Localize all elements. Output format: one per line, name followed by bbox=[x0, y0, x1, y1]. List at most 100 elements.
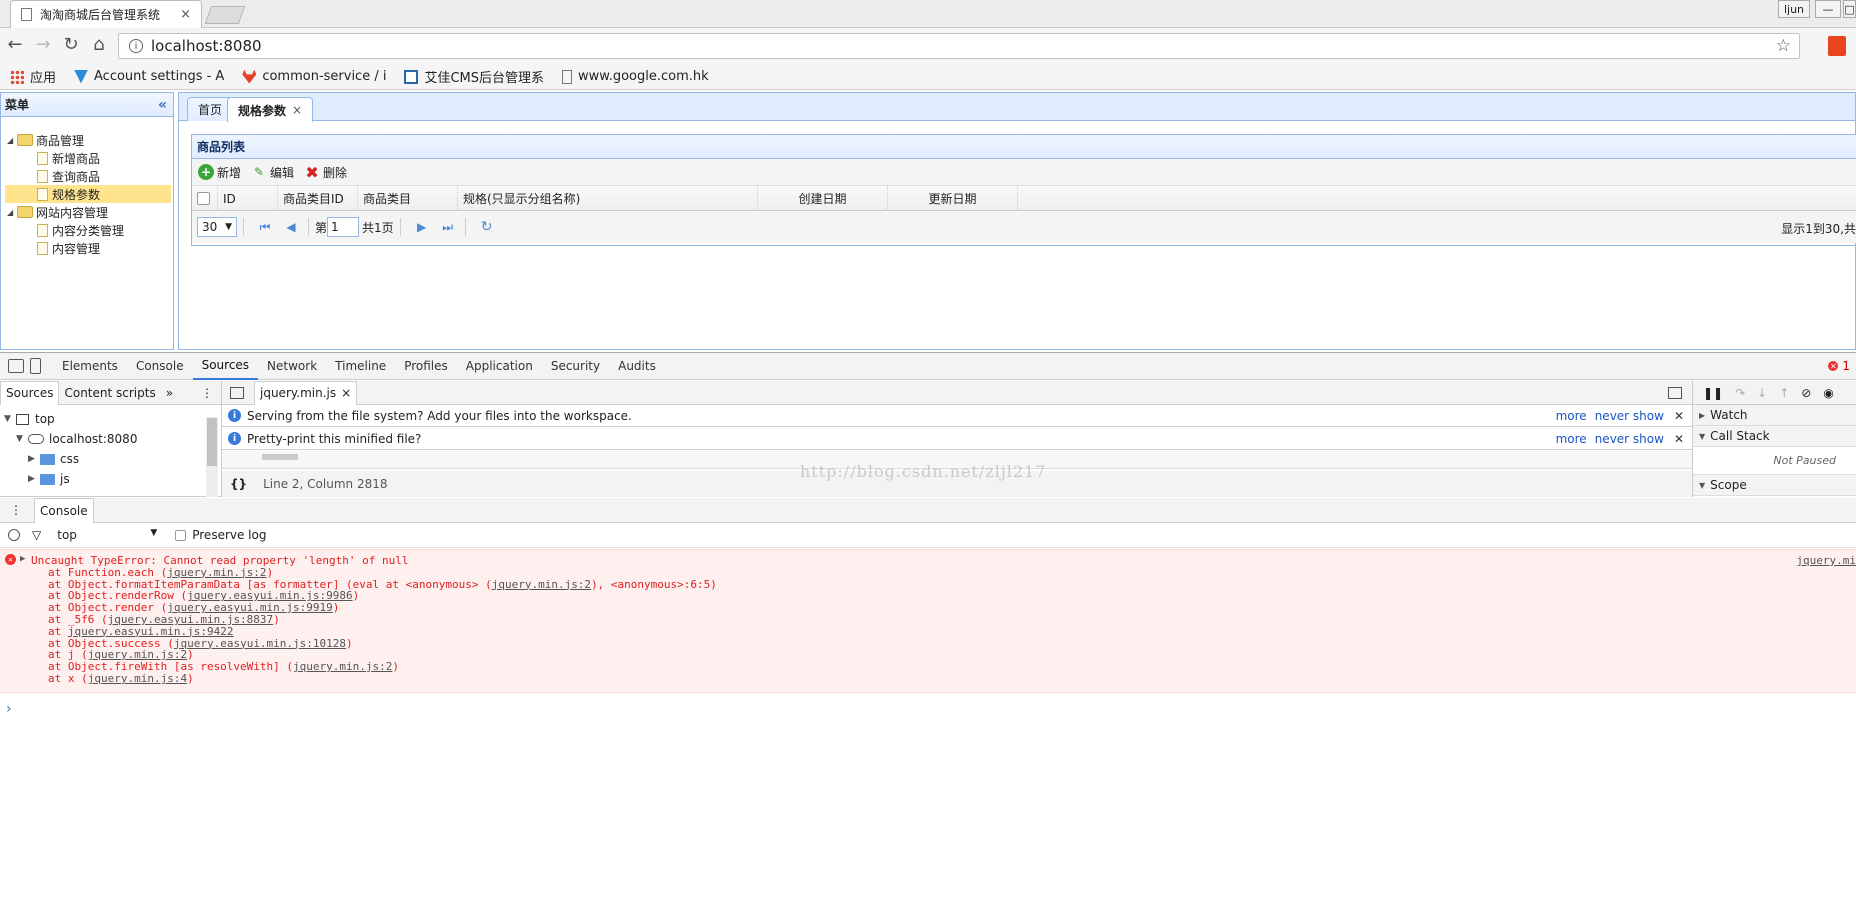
more-link[interactable]: more bbox=[1556, 432, 1587, 446]
tree-item-query-goods[interactable]: 查询商品 bbox=[37, 167, 100, 185]
tab-spec-params[interactable]: 规格参数 × bbox=[227, 97, 314, 122]
office-extension-icon[interactable] bbox=[1828, 36, 1846, 56]
column-header-id[interactable]: ID bbox=[218, 186, 278, 211]
page-number-input[interactable]: 1 bbox=[327, 217, 360, 237]
tab-timeline[interactable]: Timeline bbox=[326, 353, 395, 380]
tree-item-js[interactable]: ▶ js bbox=[28, 469, 70, 489]
toggle-navigator-icon[interactable] bbox=[230, 386, 244, 399]
step-over-icon[interactable]: ↷ bbox=[1735, 386, 1745, 400]
preserve-log-checkbox[interactable] bbox=[175, 529, 187, 541]
back-icon[interactable]: ← bbox=[4, 34, 26, 55]
tab-network[interactable]: Network bbox=[258, 353, 326, 380]
column-header-spec[interactable]: 规格(只显示分组名称) bbox=[458, 186, 758, 211]
never-show-link[interactable]: never show bbox=[1595, 432, 1664, 446]
editor-tab-jquery[interactable]: jquery.min.js × bbox=[254, 380, 358, 405]
browser-tab[interactable]: 淘淘商城后台管理系统 × bbox=[10, 0, 202, 28]
error-source-link[interactable]: jquery.mi bbox=[1796, 554, 1856, 567]
navigator-scrollbar[interactable] bbox=[206, 417, 218, 497]
expand-icon[interactable]: ▶ bbox=[28, 474, 40, 484]
bookmark-common-service[interactable]: common-service / i bbox=[242, 69, 386, 84]
next-page-icon[interactable]: ▶ bbox=[411, 220, 433, 234]
step-out-icon[interactable]: ↑ bbox=[1779, 386, 1789, 400]
device-toolbar-icon[interactable] bbox=[30, 358, 41, 374]
minimize-button[interactable]: — bbox=[1815, 0, 1841, 18]
edit-button[interactable]: ✎ 编辑 bbox=[251, 164, 294, 181]
column-header-created[interactable]: 创建日期 bbox=[758, 186, 888, 211]
pause-icon[interactable]: ❚❚ bbox=[1703, 386, 1723, 400]
toggle-debugger-icon[interactable] bbox=[1668, 386, 1682, 399]
source-link[interactable]: jquery.min.js:4 bbox=[88, 672, 187, 685]
collapse-icon[interactable]: « bbox=[158, 97, 167, 113]
close-icon[interactable]: × bbox=[341, 386, 351, 400]
new-tab-button[interactable] bbox=[204, 6, 246, 24]
deactivate-breakpoints-icon[interactable]: ⊘ bbox=[1801, 386, 1811, 400]
close-icon[interactable]: ✕ bbox=[1674, 432, 1684, 446]
context-select[interactable]: top ▼ bbox=[57, 528, 157, 542]
expand-icon[interactable]: ◢ bbox=[7, 208, 17, 217]
tab-elements[interactable]: Elements bbox=[53, 353, 127, 380]
console-prompt[interactable]: › bbox=[6, 701, 12, 717]
tree-item-spec-params[interactable]: 规格参数 bbox=[5, 185, 171, 203]
scope-section[interactable]: ▼ Scope bbox=[1693, 475, 1856, 496]
source-link[interactable]: jquery.min.js:2 bbox=[293, 660, 392, 673]
tab-audits[interactable]: Audits bbox=[609, 353, 665, 380]
delete-button[interactable]: ✖ 删除 bbox=[304, 163, 347, 182]
drawer-tab-console[interactable]: Console bbox=[34, 497, 94, 523]
last-page-icon[interactable]: ⏭ bbox=[437, 220, 459, 235]
inspect-element-icon[interactable] bbox=[8, 359, 24, 373]
address-bar[interactable]: i localhost:8080 ☆ bbox=[118, 33, 1800, 59]
expand-icon[interactable]: ▼ bbox=[4, 414, 16, 424]
horizontal-scrollbar-thumb[interactable] bbox=[262, 454, 298, 460]
user-profile-button[interactable]: ljun bbox=[1778, 0, 1810, 18]
tab-content-scripts[interactable]: Content scripts bbox=[59, 381, 160, 405]
never-show-link[interactable]: never show bbox=[1595, 409, 1664, 423]
reload-icon[interactable]: ↻ bbox=[60, 34, 82, 55]
tree-item-content-manage[interactable]: 内容管理 bbox=[37, 239, 100, 257]
page-size-select[interactable]: 30 ▼ bbox=[197, 217, 237, 237]
star-icon[interactable]: ☆ bbox=[1776, 36, 1791, 56]
more-tabs-icon[interactable]: » bbox=[161, 381, 178, 405]
tree-item-content-category[interactable]: 内容分类管理 bbox=[37, 221, 124, 239]
close-icon[interactable]: × bbox=[292, 103, 302, 117]
add-button[interactable]: + 新增 bbox=[198, 164, 241, 181]
close-icon[interactable]: × bbox=[180, 7, 191, 22]
tab-sources-nav[interactable]: Sources bbox=[0, 380, 60, 405]
tab-security[interactable]: Security bbox=[542, 353, 609, 380]
tree-item-localhost[interactable]: ▼ localhost:8080 bbox=[16, 429, 137, 449]
tab-application[interactable]: Application bbox=[457, 353, 542, 380]
pause-on-exceptions-icon[interactable]: ◉ bbox=[1823, 386, 1833, 400]
expand-icon[interactable]: ▶ bbox=[20, 554, 25, 564]
tree-item-goods[interactable]: ◢ 商品管理 bbox=[7, 131, 173, 149]
tab-console[interactable]: Console bbox=[127, 353, 193, 380]
info-icon[interactable]: i bbox=[129, 39, 143, 53]
filter-icon[interactable]: ▽ bbox=[32, 528, 41, 542]
tree-item-css[interactable]: ▶ css bbox=[28, 449, 79, 469]
bookmark-apps[interactable]: 应用 bbox=[10, 67, 56, 86]
first-page-icon[interactable]: ⏮ bbox=[254, 220, 276, 235]
watch-section[interactable]: ▶ Watch bbox=[1693, 405, 1856, 426]
expand-icon[interactable]: ▼ bbox=[16, 434, 28, 444]
refresh-icon[interactable]: ↻ bbox=[476, 219, 498, 235]
column-header-updated[interactable]: 更新日期 bbox=[888, 186, 1018, 211]
tab-profiles[interactable]: Profiles bbox=[395, 353, 457, 380]
source-link[interactable]: jquery.easyui.min.js:10128 bbox=[174, 637, 346, 650]
forward-icon[interactable]: → bbox=[32, 34, 54, 55]
more-options-icon[interactable]: ⋮ bbox=[201, 386, 213, 400]
prev-page-icon[interactable]: ◀ bbox=[280, 220, 302, 234]
column-header-category[interactable]: 商品类目 bbox=[358, 186, 458, 211]
step-into-icon[interactable]: ↓ bbox=[1757, 386, 1767, 400]
column-header-category-id[interactable]: 商品类目ID bbox=[278, 186, 358, 211]
error-count-badge[interactable]: ✕ 1 bbox=[1828, 359, 1850, 373]
tab-sources[interactable]: Sources bbox=[192, 353, 259, 380]
source-link[interactable]: jquery.min.js:2 bbox=[492, 578, 591, 591]
tree-item-add-goods[interactable]: 新增商品 bbox=[37, 149, 100, 167]
tree-item-site-content[interactable]: ◢ 网站内容管理 bbox=[7, 203, 108, 221]
clear-console-icon[interactable] bbox=[8, 529, 20, 541]
select-all-checkbox[interactable] bbox=[197, 192, 210, 205]
more-link[interactable]: more bbox=[1556, 409, 1587, 423]
call-stack-section[interactable]: ▼ Call Stack bbox=[1693, 426, 1856, 447]
scrollbar-thumb[interactable] bbox=[207, 418, 217, 466]
expand-icon[interactable]: ◢ bbox=[7, 136, 17, 145]
expand-icon[interactable]: ▶ bbox=[28, 454, 40, 464]
pretty-print-icon[interactable]: {} bbox=[230, 477, 247, 491]
